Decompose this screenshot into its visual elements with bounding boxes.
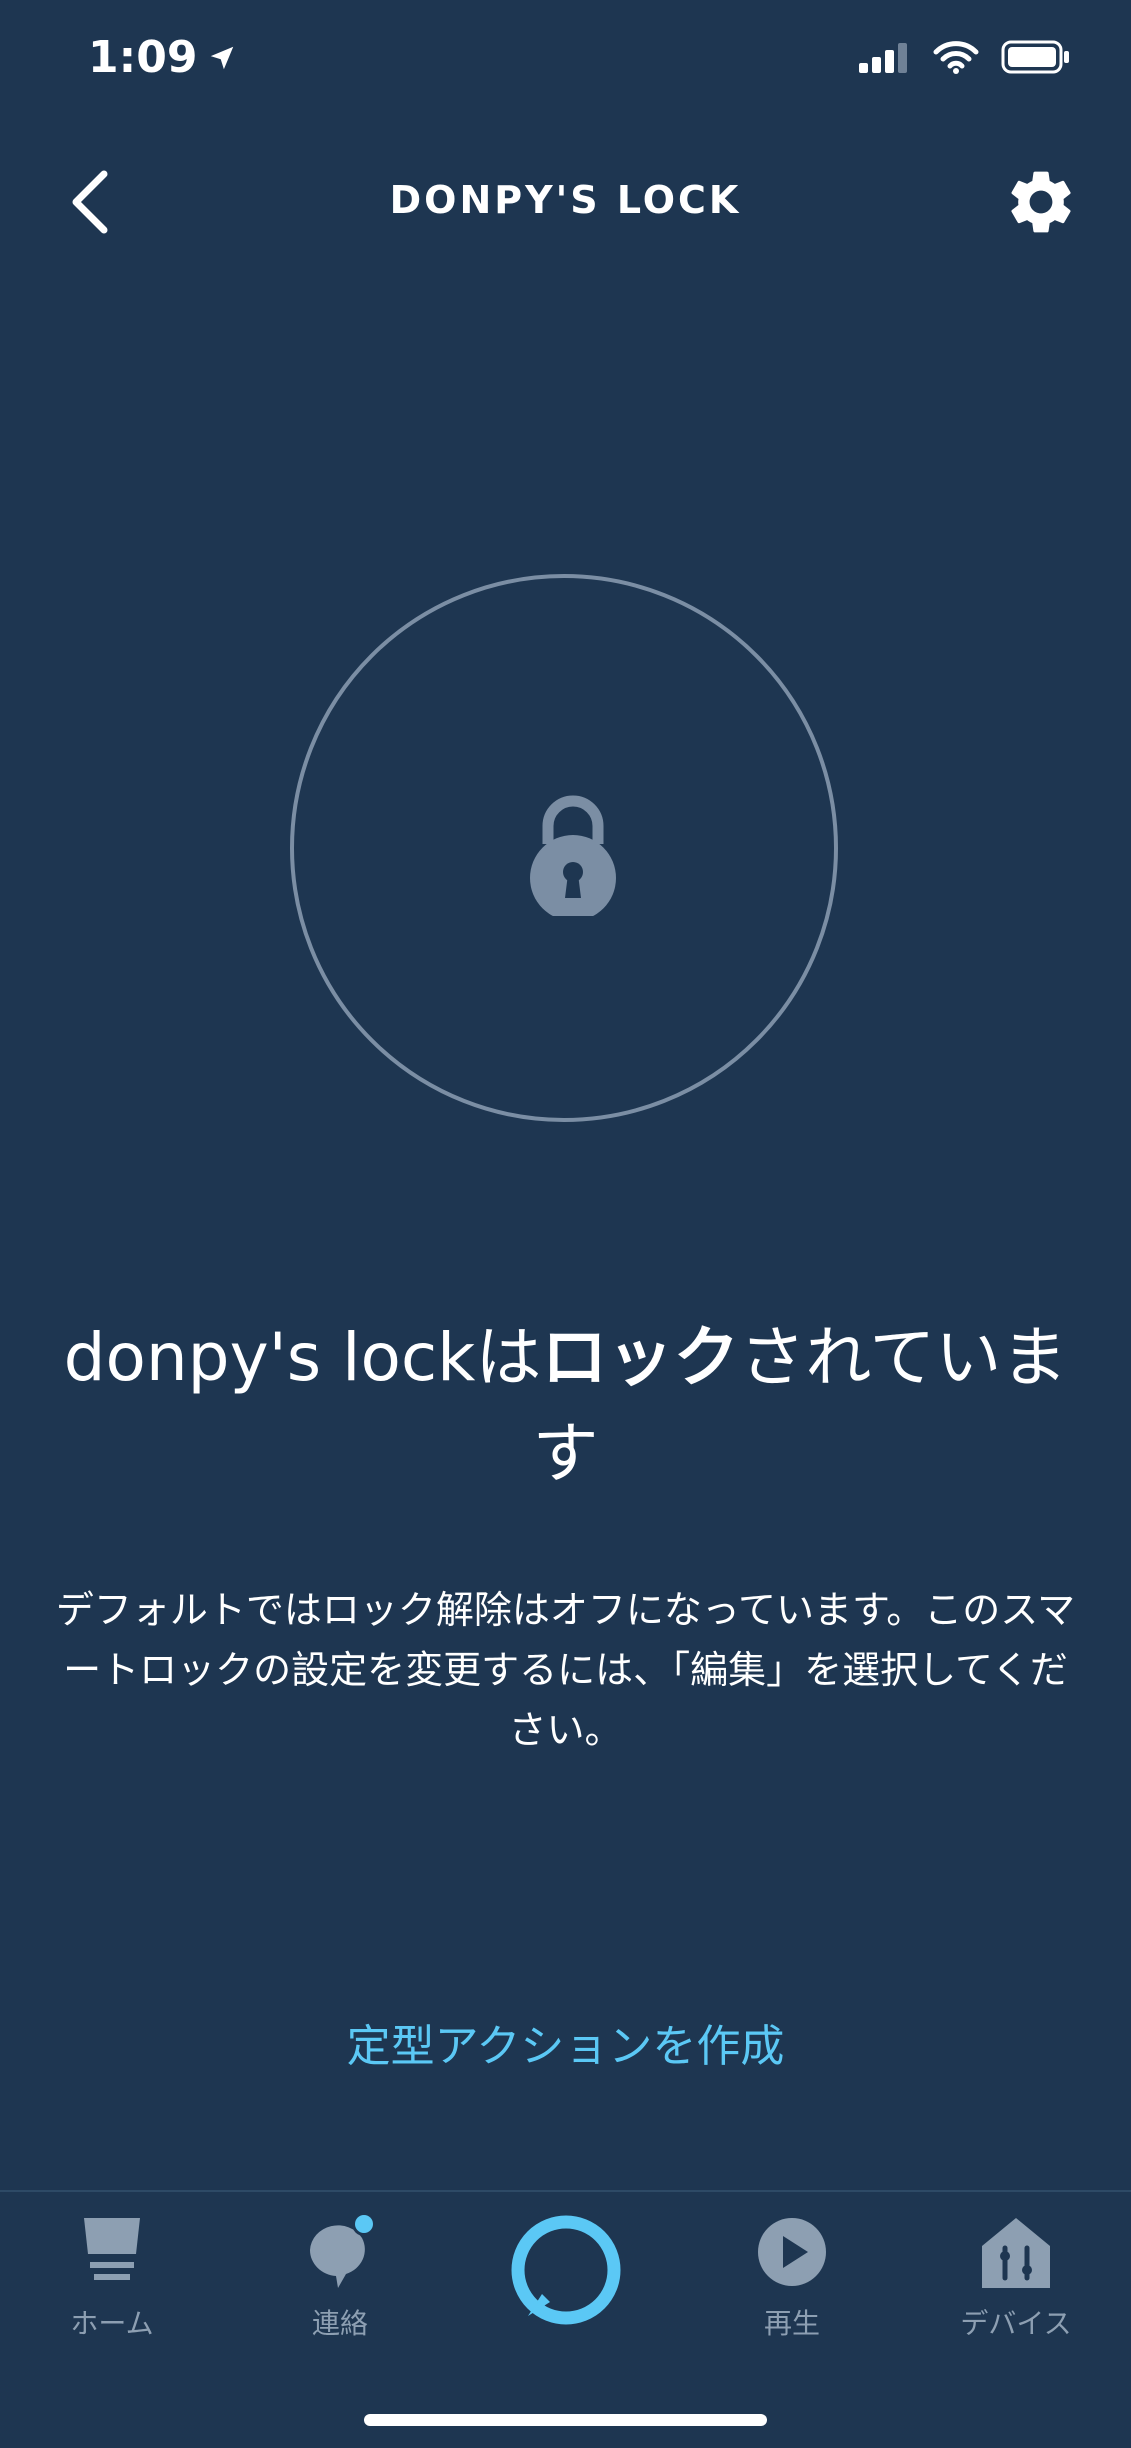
create-routine-link[interactable]: 定型アクションを作成 <box>0 2010 1131 2074</box>
location-arrow-icon <box>211 46 234 69</box>
speech-bubble-icon <box>309 2212 376 2288</box>
padlock-icon <box>530 795 616 916</box>
cellular-signal-icon <box>859 43 907 73</box>
play-icon <box>758 2218 826 2286</box>
nav-item-devices[interactable]: デバイス <box>926 2212 1106 2342</box>
wifi-icon <box>933 41 979 74</box>
status-heading-bold: ロック <box>541 1319 740 1396</box>
status-heading-prefix: donpy's lockは <box>63 1319 542 1396</box>
clock-text: 1:09 <box>88 32 198 83</box>
nav-item-home[interactable]: ホーム <box>22 2212 202 2342</box>
smart-home-icon <box>982 2218 1050 2288</box>
settings-button[interactable] <box>1003 164 1079 240</box>
alexa-button[interactable] <box>508 2212 624 2328</box>
lock-toggle-button[interactable] <box>290 574 838 1122</box>
home-icon <box>84 2218 140 2280</box>
header: DONPY'S LOCK <box>0 140 1131 260</box>
nav-item-communicate[interactable]: 連絡 <box>250 2212 430 2342</box>
gear-icon <box>1011 171 1071 233</box>
lock-status-heading: donpy's lockはロックされています <box>40 1310 1091 1502</box>
lock-detail-screen: 1:09 DONPY'S LOCK donpy's lockはロックされています… <box>0 0 1131 2448</box>
nav-label-home: ホーム <box>70 2307 154 2340</box>
page-title: DONPY'S LOCK <box>389 178 742 222</box>
nav-item-play[interactable]: 再生 <box>702 2212 882 2342</box>
nav-label-play: 再生 <box>763 2307 820 2340</box>
nav-label-communicate: 連絡 <box>311 2307 368 2340</box>
home-indicator[interactable] <box>364 2414 767 2426</box>
lock-description: デフォルトではロック解除はオフになっています。このスマートロックの設定を変更する… <box>55 1588 1076 1752</box>
bottom-navigation: ホーム 連絡 再生 デバイス <box>0 2190 1131 2448</box>
status-icons <box>859 40 1071 74</box>
battery-icon <box>1001 40 1069 74</box>
alexa-ring-icon <box>511 2215 621 2325</box>
status-time: 1:09 <box>88 32 237 83</box>
status-bar: 1:09 <box>0 0 1131 120</box>
nav-label-devices: デバイス <box>960 2307 1072 2340</box>
